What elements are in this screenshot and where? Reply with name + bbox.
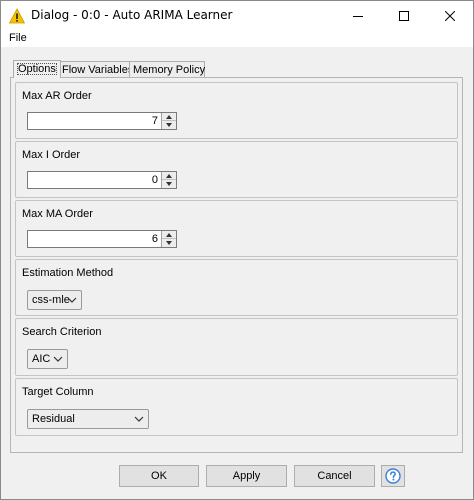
menu-bar: File [1,31,473,47]
apply-button[interactable]: Apply [206,465,287,487]
maximize-icon [399,11,409,21]
maximize-button[interactable] [381,1,427,31]
max-ma-order-label: Max MA Order [22,208,93,220]
chevron-up-icon [166,173,172,178]
estimation-method-panel: Estimation Method css-mle [15,259,458,316]
title-bar: Dialog - 0:0 - Auto ARIMA Learner [1,1,473,31]
chevron-down-icon [166,241,172,245]
spinner-buttons [161,113,176,129]
search-criterion-value: AIC [32,353,51,365]
search-criterion-select[interactable]: AIC [27,349,68,369]
max-i-order-spinner[interactable]: 0 [27,171,177,189]
minimize-icon [353,16,363,17]
help-question-icon [385,468,401,484]
spin-up-button[interactable] [162,172,176,180]
search-criterion-panel: Search Criterion AIC [15,318,458,376]
ok-button[interactable]: OK [119,465,199,487]
max-ar-order-spinner[interactable]: 7 [27,112,177,130]
help-button[interactable] [381,465,405,487]
max-i-order-panel: Max I Order 0 [15,141,458,198]
chevron-down-icon [53,356,63,362]
minimize-button[interactable] [335,1,381,31]
spin-down-button[interactable] [162,121,176,129]
spin-down-button[interactable] [162,239,176,247]
cancel-button[interactable]: Cancel [294,465,375,487]
window-title: Dialog - 0:0 - Auto ARIMA Learner [31,8,233,22]
tab-options-label: Options [17,63,57,75]
chevron-down-icon [134,416,144,422]
spin-up-button[interactable] [162,113,176,121]
target-column-value: Residual [32,413,75,425]
max-ma-order-panel: Max MA Order 6 [15,200,458,257]
max-ma-order-value[interactable]: 6 [152,233,158,245]
target-column-label: Target Column [22,386,94,398]
spin-down-button[interactable] [162,180,176,188]
spin-up-button[interactable] [162,231,176,239]
tab-options[interactable]: Options [13,60,61,78]
max-ar-order-panel: Max AR Order 7 [15,82,458,139]
chevron-down-icon [166,123,172,127]
max-ar-order-label: Max AR Order [22,90,92,102]
search-criterion-label: Search Criterion [22,326,102,338]
chevron-down-icon [67,297,77,303]
target-column-panel: Target Column Residual [15,378,458,436]
estimation-method-select[interactable]: css-mle [27,290,82,310]
close-icon [445,11,455,21]
spinner-buttons [161,231,176,247]
estimation-method-value: css-mle [32,294,70,306]
max-i-order-label: Max I Order [22,149,81,161]
max-ma-order-spinner[interactable]: 6 [27,230,177,248]
spinner-buttons [161,172,176,188]
chevron-up-icon [166,114,172,119]
menu-file[interactable]: File [9,32,27,44]
close-button[interactable] [427,1,473,31]
tab-flow-variables[interactable]: Flow Variables [58,61,134,78]
target-column-select[interactable]: Residual [27,409,149,429]
chevron-up-icon [166,232,172,237]
tab-flow-variables-label: Flow Variables [62,64,134,76]
chevron-down-icon [166,182,172,186]
tab-memory-policy-label: Memory Policy [133,64,206,76]
options-pane: Max AR Order 7 Max I Order 0 Max MA Orde… [10,77,463,453]
max-i-order-value[interactable]: 0 [152,174,158,186]
max-ar-order-value[interactable]: 7 [152,115,158,127]
warning-triangle-icon [9,8,25,24]
dialog-window: Dialog - 0:0 - Auto ARIMA Learner File O… [0,0,474,500]
estimation-method-label: Estimation Method [22,267,114,279]
tab-memory-policy[interactable]: Memory Policy [129,61,205,78]
